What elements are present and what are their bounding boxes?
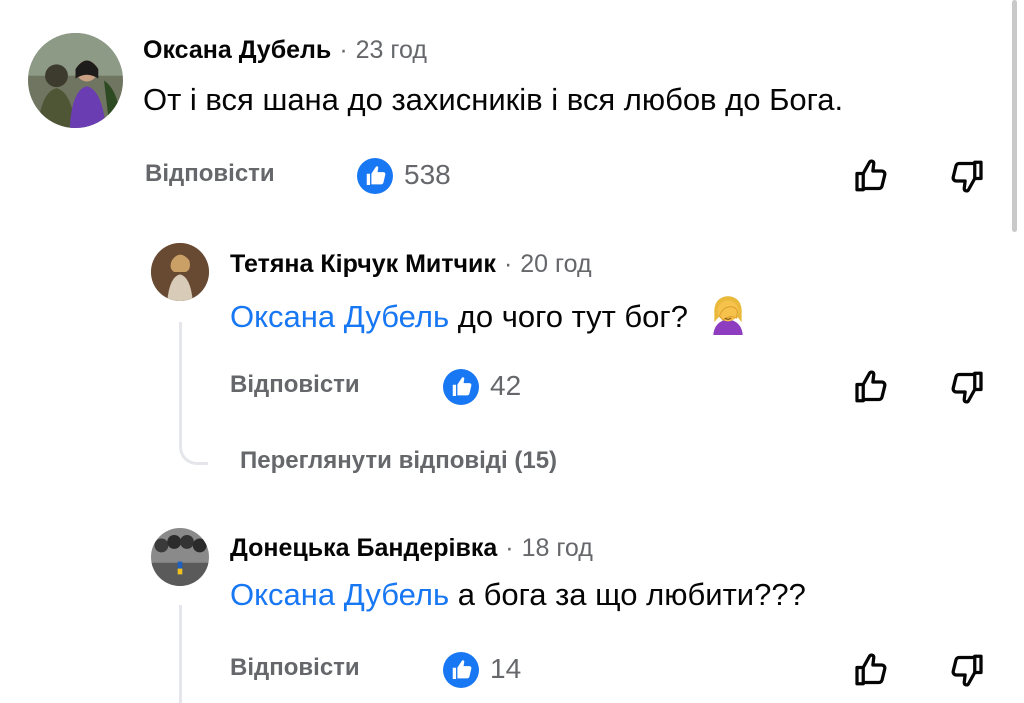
like-reaction-icon — [443, 369, 479, 405]
timestamp[interactable]: 18 год — [522, 534, 593, 563]
thumbs-up-icon[interactable] — [852, 367, 892, 407]
comment-body: до чого тут бог? — [457, 299, 688, 334]
scrollbar[interactable] — [1012, 0, 1017, 232]
comment-body: а бога за що любити??? — [457, 577, 806, 612]
like-count: 42 — [490, 370, 522, 401]
comment-actions: Відповісти 14 — [0, 650, 1024, 690]
author-name[interactable]: Тетяна Кірчук Митчик — [230, 250, 496, 279]
mention-link[interactable]: Оксана Дубель — [230, 299, 449, 334]
woman-facepalming-icon — [707, 293, 749, 335]
reply-button[interactable]: Відповісти — [230, 654, 360, 682]
comment-text: От і вся шана до захисників і вся любов … — [143, 82, 844, 117]
reply-button[interactable]: Відповісти — [230, 371, 360, 399]
avatar-photo — [151, 243, 209, 301]
thread-connector — [179, 400, 208, 465]
separator-dot: · — [505, 534, 514, 562]
thumbs-down-icon[interactable] — [946, 156, 986, 196]
avatar-photo — [28, 33, 123, 128]
thumbs-up-icon[interactable] — [852, 650, 892, 690]
avatar[interactable] — [151, 528, 209, 586]
like-reaction-icon — [443, 652, 479, 688]
comment-header: Тетяна Кірчук Митчик · 20 год — [230, 250, 592, 279]
comment-header: Оксана Дубель · 23 год — [143, 36, 427, 65]
separator-dot: · — [339, 36, 348, 64]
author-name[interactable]: Оксана Дубель — [143, 36, 331, 65]
avatar-photo — [151, 528, 209, 586]
thumbs-up-icon[interactable] — [852, 156, 892, 196]
comment-actions: Відповісти 538 — [0, 156, 1024, 196]
reply-button[interactable]: Відповісти — [145, 160, 275, 188]
timestamp[interactable]: 23 год — [356, 36, 427, 65]
comments-page: Оксана Дубель · 23 год От і вся шана до … — [0, 0, 1024, 703]
author-name[interactable]: Донецька Бандерівка — [230, 534, 497, 563]
view-replies-link[interactable]: Переглянути відповіді (15) — [240, 447, 557, 475]
comment-actions: Відповісти 42 — [0, 367, 1024, 407]
like-count: 538 — [404, 159, 451, 190]
separator-dot: · — [503, 250, 513, 278]
thumbs-down-icon[interactable] — [946, 367, 986, 407]
avatar[interactable] — [28, 33, 123, 128]
comment-header: Донецька Бандерівка · 18 год — [230, 534, 593, 563]
thumbs-down-icon[interactable] — [946, 650, 986, 690]
like-reaction-icon — [357, 158, 393, 194]
comment-text: Оксана Дубель до чого тут бог? — [230, 293, 749, 335]
comment-text: Оксана Дубель а бога за що любити??? — [230, 577, 806, 613]
timestamp[interactable]: 20 год — [520, 250, 591, 279]
avatar[interactable] — [151, 243, 209, 301]
mention-link[interactable]: Оксана Дубель — [230, 577, 449, 612]
like-count: 14 — [490, 653, 522, 684]
